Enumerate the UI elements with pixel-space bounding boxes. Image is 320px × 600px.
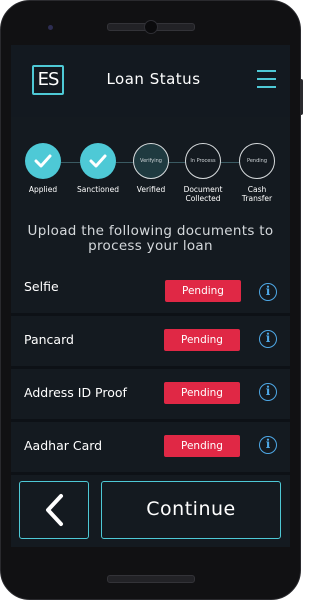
step-label: Cash Transfer <box>241 185 273 203</box>
front-camera-icon <box>144 20 158 34</box>
page-title: Loan Status <box>106 70 201 88</box>
chevron-left-icon <box>46 494 63 526</box>
document-row-aadhar-card[interactable]: Aadhar Card Pending i <box>11 422 290 475</box>
document-name: Address ID Proof <box>24 385 127 400</box>
step-circle: In Process <box>185 143 221 179</box>
info-icon[interactable]: i <box>259 383 277 401</box>
step-circle: Pending <box>239 143 275 179</box>
step-label: Verified <box>136 185 166 194</box>
hamburger-menu-icon[interactable] <box>257 70 276 90</box>
step-check-icon <box>25 143 61 179</box>
power-button <box>300 79 303 115</box>
step-sanctioned: Sanctioned <box>70 143 126 194</box>
back-button[interactable] <box>19 481 89 539</box>
status-badge: Pending <box>164 382 240 404</box>
app-header: ES Loan Status <box>11 45 290 117</box>
continue-button[interactable]: Continue <box>101 481 281 539</box>
step-check-icon <box>80 143 116 179</box>
info-icon[interactable]: i <box>259 436 277 454</box>
document-row-pancard[interactable]: Pancard Pending i <box>11 316 290 369</box>
app-logo: ES <box>32 65 64 95</box>
document-name: Pancard <box>24 332 74 347</box>
info-icon[interactable]: i <box>259 330 277 348</box>
step-circle-text: Verifying <box>140 158 162 164</box>
action-footer: Continue <box>11 475 290 547</box>
app-screen: ES Loan Status Applied Sanctioned Verify… <box>11 45 290 547</box>
status-badge: Pending <box>164 329 240 351</box>
instructions-heading: Upload the following documents to proces… <box>27 223 274 254</box>
status-badge: Pending <box>165 280 241 302</box>
step-label: Document Collected <box>183 185 223 203</box>
bottom-speaker <box>107 575 195 583</box>
phone-frame: ES Loan Status Applied Sanctioned Verify… <box>0 0 303 600</box>
step-cash-transfer: Pending Cash Transfer <box>229 143 285 203</box>
logo-text: ES <box>37 69 60 90</box>
step-label: Sanctioned <box>77 185 119 194</box>
step-document-collected: In Process Document Collected <box>175 143 231 203</box>
document-name: Selfie <box>24 279 59 294</box>
step-applied: Applied <box>15 143 71 194</box>
document-row-selfie[interactable]: Selfie Pending i <box>11 263 290 316</box>
step-circle-text: In Process <box>190 158 216 164</box>
loan-progress-tracker: Applied Sanctioned Verifying Verified In… <box>11 143 290 205</box>
document-name: Aadhar Card <box>24 438 103 453</box>
step-verified: Verifying Verified <box>123 143 179 194</box>
step-circle: Verifying <box>133 143 169 179</box>
status-badge: Pending <box>164 435 240 457</box>
proximity-sensor <box>48 25 53 30</box>
step-label: Applied <box>28 185 58 194</box>
document-row-address-id-proof[interactable]: Address ID Proof Pending i <box>11 369 290 422</box>
info-icon[interactable]: i <box>259 283 277 301</box>
step-circle-text: Pending <box>247 158 267 164</box>
